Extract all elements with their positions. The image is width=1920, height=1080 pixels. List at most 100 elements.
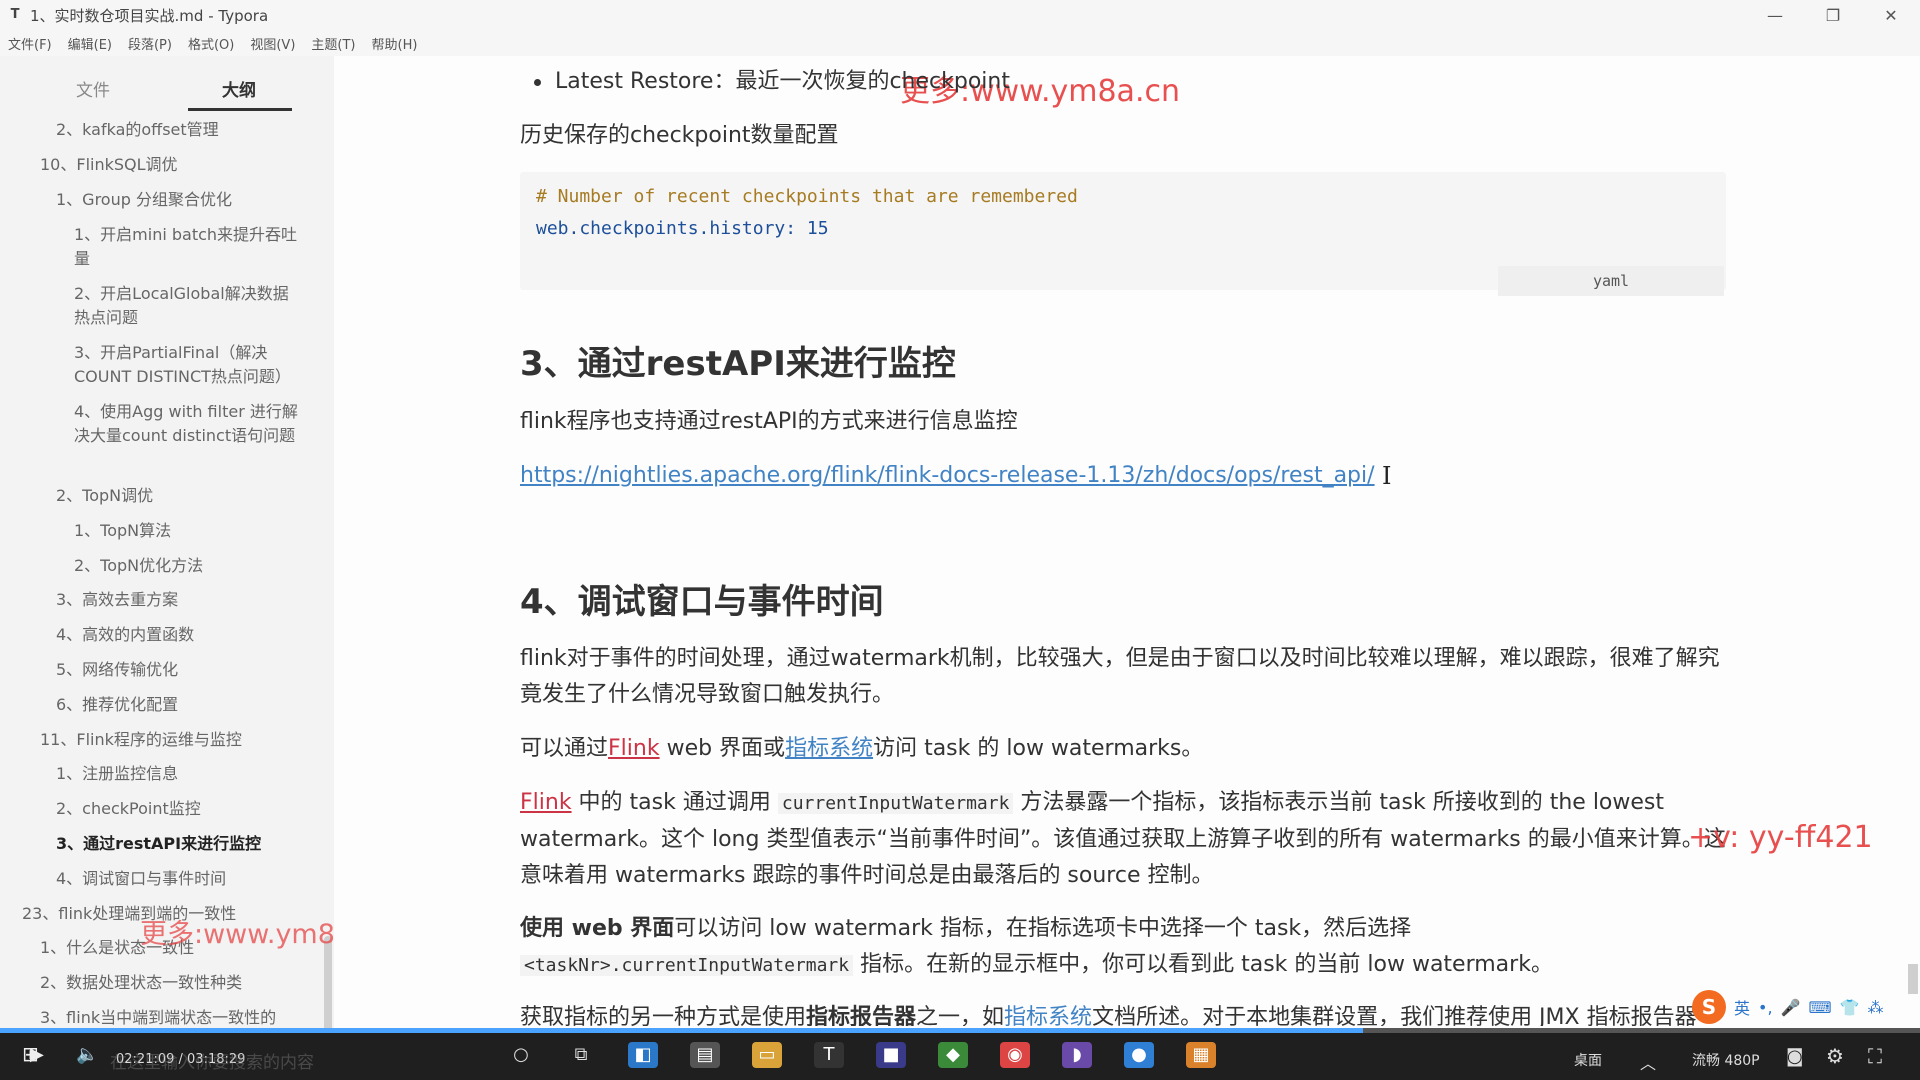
paragraph: flink对于事件的时间处理，通过watermark机制，比较强大，但是由于窗口… bbox=[520, 646, 1720, 707]
chrome-icon[interactable]: ◉ bbox=[1000, 1042, 1030, 1068]
outline-item[interactable]: 2、TopN调优 bbox=[56, 484, 316, 508]
outline-item[interactable]: 5、网络传输优化 bbox=[56, 658, 316, 682]
flink-link[interactable]: Flink bbox=[520, 790, 572, 815]
title-bar: T 1、实时数仓项目实战.md - Typora — ❐ ✕ bbox=[0, 0, 1920, 30]
outline-item[interactable]: 6、推荐优化配置 bbox=[56, 693, 316, 717]
cortana-icon[interactable]: ○ bbox=[506, 1042, 536, 1068]
sogou-ime-icon[interactable]: S bbox=[1692, 990, 1726, 1024]
paragraph-link: https://nightlies.apache.org/flink/flink… bbox=[520, 458, 1375, 494]
bold-text: 使用 web 界面 bbox=[520, 916, 675, 941]
text-cursor-icon: I bbox=[1382, 462, 1392, 490]
skin-icon[interactable]: 👕 bbox=[1840, 998, 1860, 1017]
taskbar-search-input[interactable]: 在这里输入你要搜索的内容 bbox=[110, 1048, 314, 1073]
taskbar-app-icon[interactable]: ▦ bbox=[1186, 1042, 1216, 1068]
taskbar-app-icon[interactable]: ▤ bbox=[690, 1042, 720, 1068]
typora-taskbar-icon[interactable]: T bbox=[814, 1042, 844, 1068]
typora-window: T 1、实时数仓项目实战.md - Typora — ❐ ✕ 文件(F) 编辑(… bbox=[0, 0, 1920, 1080]
bullet-item: Latest Restore：最近一次恢复的checkpoint bbox=[534, 64, 1010, 100]
outline-item[interactable]: 10、FlinkSQL调优 bbox=[40, 153, 310, 177]
text: 之一，如 bbox=[916, 1005, 1005, 1026]
video-progress-bar[interactable] bbox=[0, 1028, 1920, 1033]
text: 指标。在新的显示框中，你可以看到此 task 的当前 low watermark… bbox=[853, 952, 1553, 977]
tab-files[interactable]: 文件 bbox=[76, 76, 110, 101]
outline-item[interactable]: 2、TopN优化方法 bbox=[74, 554, 299, 578]
text: 文档所述。对于本地集群设置，我们推荐使用 JMX 指标报告器 bbox=[1092, 1005, 1697, 1026]
outline-item[interactable]: 1、注册监控信息 bbox=[56, 762, 316, 786]
code-comment: # Number of recent checkpoints that are … bbox=[536, 186, 1078, 207]
outline-item[interactable]: 3、开启PartialFinal（解决COUNT DISTINCT热点问题） bbox=[74, 341, 299, 389]
menu-theme[interactable]: 主题(T) bbox=[311, 34, 355, 53]
metrics-link[interactable]: 指标系统 bbox=[785, 736, 873, 761]
task-view-icon[interactable]: ⧉ bbox=[566, 1042, 596, 1068]
outline-item[interactable]: 4、高效的内置函数 bbox=[56, 623, 316, 647]
desktop-label[interactable]: 桌面 bbox=[1574, 1050, 1602, 1070]
menu-view[interactable]: 视图(V) bbox=[250, 34, 295, 53]
heading-4: 4、调试窗口与事件时间 bbox=[520, 582, 884, 622]
editor-scrollbar[interactable] bbox=[1908, 964, 1918, 994]
ime-language-icon[interactable]: 英 bbox=[1734, 995, 1750, 1019]
sidebar-tabs: 文件 大纲 bbox=[0, 56, 334, 118]
play-icon[interactable]: ▶ bbox=[30, 1044, 44, 1065]
fullscreen-icon[interactable]: ⛶ bbox=[1868, 1044, 1882, 1068]
quality-selector[interactable]: 流畅 480P bbox=[1692, 1050, 1760, 1070]
bullet-icon bbox=[534, 78, 541, 86]
minimize-button[interactable]: — bbox=[1746, 0, 1804, 30]
tab-outline[interactable]: 大纲 bbox=[222, 76, 256, 101]
menu-paragraph[interactable]: 段落(P) bbox=[128, 34, 172, 53]
watermark-text: +v: yy-ff421 bbox=[1688, 820, 1873, 855]
taskbar-app-icon[interactable]: ◗ bbox=[1062, 1042, 1092, 1068]
inline-code: <taskNr>.currentInputWatermark bbox=[520, 955, 854, 976]
window-controls: — ❐ ✕ bbox=[1746, 0, 1920, 30]
heading-3: 3、通过restAPI来进行监控 bbox=[520, 344, 956, 384]
outline-item[interactable]: 2、kafka的offset管理 bbox=[56, 118, 316, 142]
ime-toolbar: S 英 •, 🎤 ⌨ 👕 ⁂ bbox=[1692, 990, 1883, 1024]
code-language-selector[interactable]: yaml bbox=[1498, 266, 1724, 296]
ime-punctuation-icon[interactable]: •, bbox=[1758, 998, 1773, 1017]
outline-item[interactable]: 4、使用Agg with filter 进行解决大量count distinct… bbox=[74, 400, 299, 448]
outline-item[interactable]: 1、开启mini batch来提升吞吐量 bbox=[74, 223, 299, 271]
typora-app-icon: T bbox=[10, 7, 20, 22]
menu-help[interactable]: 帮助(H) bbox=[372, 34, 418, 53]
outline-item[interactable]: 1、TopN算法 bbox=[74, 519, 299, 543]
ime-toolbox-icon[interactable]: ⁂ bbox=[1867, 998, 1883, 1017]
outline-item[interactable]: 4、调试窗口与事件时间 bbox=[56, 867, 316, 891]
settings-gear-icon[interactable]: ⚙ bbox=[1826, 1044, 1844, 1068]
paragraph: 历史保存的checkpoint数量配置 bbox=[520, 123, 839, 148]
taskbar-app-icon[interactable]: ◧ bbox=[628, 1042, 658, 1068]
metrics-link[interactable]: 指标系统 bbox=[1004, 1005, 1092, 1026]
outline-item[interactable]: 2、数据处理状态一致性种类 bbox=[40, 971, 310, 995]
video-progress-fill bbox=[0, 1028, 1364, 1033]
paragraph: Flink 中的 task 通过调用 currentInputWatermark… bbox=[520, 785, 1726, 894]
screenshot-icon[interactable]: ◙ bbox=[1786, 1046, 1803, 1067]
paragraph: 可以通过Flink web 界面或指标系统访问 task 的 low water… bbox=[520, 731, 1726, 767]
file-explorer-icon[interactable]: ▭ bbox=[752, 1042, 782, 1068]
outline-item[interactable]: 2、checkPoint监控 bbox=[56, 797, 316, 821]
maximize-button[interactable]: ❐ bbox=[1804, 0, 1862, 30]
outline-item[interactable]: 2、开启LocalGlobal解决数据热点问题 bbox=[74, 282, 299, 330]
taskbar-app-icon[interactable]: ■ bbox=[876, 1042, 906, 1068]
text: web 界面或 bbox=[659, 736, 786, 761]
rest-api-link[interactable]: https://nightlies.apache.org/flink/flink… bbox=[520, 463, 1375, 488]
keyboard-icon[interactable]: ⌨ bbox=[1808, 998, 1831, 1017]
microphone-icon[interactable]: 🎤 bbox=[1781, 998, 1801, 1017]
menu-format[interactable]: 格式(O) bbox=[188, 34, 234, 53]
paragraph: flink程序也支持通过restAPI的方式来进行信息监控 bbox=[520, 409, 1018, 434]
text: 可以访问 low watermark 指标，在指标选项卡中选择一个 task，然… bbox=[674, 916, 1412, 941]
outline-item[interactable]: 3、flink当中端到端状态一致性的 bbox=[40, 1006, 310, 1028]
taskbar-app-icon[interactable]: ● bbox=[1124, 1042, 1154, 1068]
close-button[interactable]: ✕ bbox=[1862, 0, 1920, 30]
code-line: web.checkpoints.history: 15 bbox=[536, 218, 829, 239]
outline-item-active[interactable]: 3、通过restAPI来进行监控 bbox=[56, 832, 316, 856]
menu-file[interactable]: 文件(F) bbox=[8, 34, 52, 53]
menu-edit[interactable]: 编辑(E) bbox=[68, 34, 112, 53]
flink-link[interactable]: Flink bbox=[608, 736, 660, 761]
outline-item[interactable]: 3、高效去重方案 bbox=[56, 588, 316, 612]
video-player-bar: ⊞ ▶ 🔈 02:21:09 / 03:18:29 在这里输入你要搜索的内容 ○… bbox=[0, 1028, 1920, 1080]
chevron-up-icon[interactable]: ︿ bbox=[1640, 1050, 1656, 1074]
taskbar-app-icon[interactable]: ◆ bbox=[938, 1042, 968, 1068]
volume-icon[interactable]: 🔈 bbox=[76, 1044, 98, 1065]
outline-item[interactable]: 1、Group 分组聚合优化 bbox=[56, 188, 316, 212]
paragraph: 获取指标的另一种方式是使用指标报告器之一，如指标系统文档所述。对于本地集群设置，… bbox=[520, 1000, 1726, 1026]
sidebar: 文件 大纲 2、kafka的offset管理 10、FlinkSQL调优 1、G… bbox=[0, 56, 334, 1028]
outline-item[interactable]: 11、Flink程序的运维与监控 bbox=[40, 728, 310, 752]
